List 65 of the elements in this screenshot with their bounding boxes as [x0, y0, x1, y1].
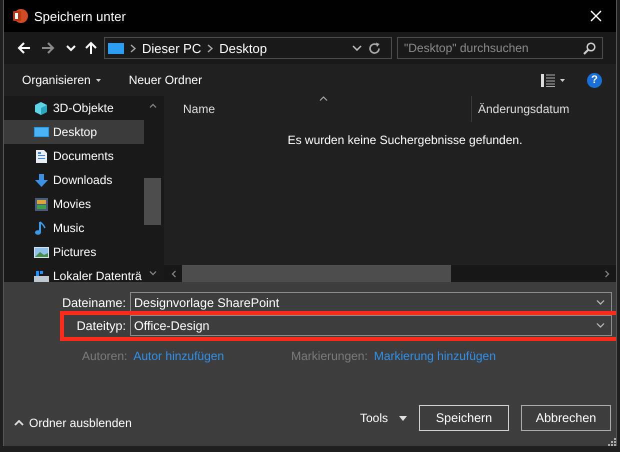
field-label: Dateityp:	[76, 318, 127, 332]
back-arrow-icon[interactable]	[17, 41, 31, 55]
scroll-left-icon[interactable]	[170, 270, 176, 278]
scroll-down-icon[interactable]	[148, 270, 156, 276]
column-header[interactable]: Name	[183, 102, 471, 116]
drive-icon	[34, 268, 49, 282]
dropdown-field[interactable]: Office-Design	[130, 315, 612, 336]
search-field[interactable]: "Desktop" durchsuchen	[404, 41, 583, 55]
close-icon	[590, 10, 602, 22]
download-arrow-icon	[34, 172, 49, 188]
film-icon	[34, 196, 49, 212]
help-button[interactable]: ?	[587, 72, 602, 88]
monitor-icon	[34, 124, 49, 140]
search-box[interactable]: "Desktop" durchsuchen	[397, 37, 603, 59]
cancel-button[interactable]: Abbrechen	[521, 405, 611, 431]
chevron-right-icon	[207, 44, 214, 52]
input-field[interactable]: Designvorlage SharePoint	[130, 292, 612, 313]
forward-arrow-icon[interactable]	[41, 41, 55, 55]
scroll-up-icon[interactable]	[148, 102, 156, 108]
dropdown-chevron-icon[interactable]	[352, 45, 362, 51]
breadcrumb[interactable]: Dieser PC	[142, 40, 202, 56]
sidebar-item[interactable]: Movies	[4, 192, 144, 216]
document-icon	[34, 148, 49, 164]
caret-icon	[96, 78, 101, 82]
sidebar-item[interactable]: Pictures	[4, 240, 144, 264]
caret-icon	[399, 416, 407, 420]
dropdown-chevron-icon	[596, 323, 605, 328]
chevron-right-icon	[130, 44, 136, 52]
up-arrow-icon[interactable]	[84, 41, 98, 55]
horizontal-scrollbar[interactable]	[164, 265, 616, 282]
window-title: Speichern unter	[34, 8, 127, 24]
empty-message: Es wurden keine Suchergebnisse gefunden.	[286, 133, 524, 147]
organize-menu[interactable]: Organisieren	[22, 73, 101, 87]
metadata-label: Markierungen:	[291, 349, 368, 363]
scroll-thumb[interactable]	[182, 265, 451, 282]
scroll-right-icon[interactable]	[604, 270, 610, 278]
sidebar-item[interactable]: Documents	[4, 144, 144, 168]
sidebar-item[interactable]: 3D-Objekte	[4, 96, 144, 120]
refresh-icon[interactable]	[368, 42, 381, 54]
search-icon[interactable]	[583, 42, 596, 54]
hide-folders-button[interactable]: Ordner ausblenden	[14, 416, 132, 430]
app-logo-icon	[12, 8, 28, 24]
monitor-icon	[108, 42, 124, 54]
sort-caret-icon	[319, 96, 328, 101]
metadata-label: Autoren:	[82, 349, 128, 363]
field-label: Dateiname:	[61, 296, 127, 310]
tools-menu[interactable]: Tools	[360, 411, 407, 425]
sidebar-item[interactable]: Downloads	[4, 168, 144, 192]
scroll-thumb[interactable]	[144, 178, 161, 225]
sidebar-item[interactable]: Lokaler Datenträ	[4, 264, 144, 282]
caret-icon	[560, 78, 565, 82]
view-list-icon	[541, 74, 555, 86]
sidebar-item[interactable]: Music	[4, 216, 144, 240]
breadcrumb[interactable]: Desktop	[219, 40, 267, 56]
chevron-up-icon	[14, 420, 24, 426]
column-header[interactable]: Änderungsdatum	[478, 102, 570, 116]
new-folder-button[interactable]: Neuer Ordner	[128, 73, 202, 87]
resize-grip-icon	[608, 438, 616, 446]
dropdown-chevron-icon	[596, 300, 605, 305]
save-button[interactable]: Speichern	[419, 405, 509, 431]
picture-icon	[34, 244, 49, 260]
view-menu[interactable]	[541, 74, 565, 86]
address-bar[interactable]: Dieser PC Desktop	[104, 37, 392, 59]
sidebar-item[interactable]: Desktop	[4, 120, 144, 144]
cube-icon	[34, 100, 49, 116]
